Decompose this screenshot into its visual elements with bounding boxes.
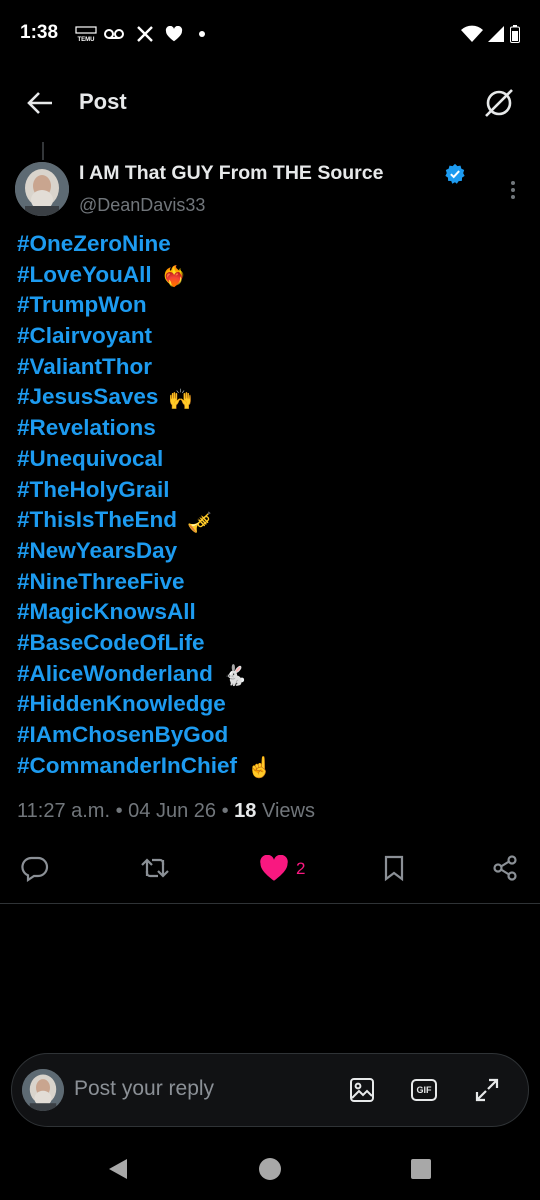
hashtag-line: #NineThreeFive <box>17 567 517 598</box>
hashtag-link[interactable]: #HiddenKnowledge <box>17 689 226 720</box>
hashtag-line: #JesusSaves 🙌 <box>17 382 517 413</box>
hashtag-link[interactable]: #Revelations <box>17 413 156 444</box>
emoji: 🙌 <box>168 388 194 411</box>
views-count: 18 <box>234 800 257 822</box>
grok-icon[interactable] <box>480 84 518 122</box>
hashtag-link[interactable]: #NineThreeFive <box>17 567 185 598</box>
tweet-meta: 11:27 a.m. • 04 Jun 26 • 18 Views <box>17 800 315 823</box>
wifi-icon <box>460 24 484 44</box>
hashtag-link[interactable]: #IAmChosenByGod <box>17 720 228 751</box>
hashtag-link[interactable]: #ValiantThor <box>17 352 152 383</box>
hashtag-link[interactable]: #JesusSaves <box>17 382 158 413</box>
cellular-signal-icon <box>486 24 506 44</box>
more-options-icon[interactable] <box>503 178 523 202</box>
hashtag-line: #ThisIsTheEnd 🎺 <box>17 505 517 536</box>
hashtag-line: #TrumpWon <box>17 290 517 321</box>
heart-notification-icon <box>163 24 185 44</box>
like-count: 2 <box>296 859 306 878</box>
hashtag-link[interactable]: #OneZeroNine <box>17 229 171 260</box>
hashtag-line: #ValiantThor <box>17 352 517 383</box>
status-bar: 1:38 TEMU <box>0 0 540 68</box>
hashtag-line: #NewYearsDay <box>17 536 517 567</box>
temu-notification-icon: TEMU <box>73 24 99 44</box>
nav-back-icon[interactable] <box>106 1157 130 1186</box>
emoji: 🐇 <box>222 664 248 687</box>
tweet-time: 11:27 a.m. <box>17 800 111 822</box>
hashtag-link[interactable]: #TheHolyGrail <box>17 475 170 506</box>
emoji: ❤️‍🔥 <box>161 266 187 289</box>
emoji: 🎺 <box>187 511 212 534</box>
more-notifications-dot-icon <box>196 24 208 44</box>
verified-badge-icon <box>444 163 466 185</box>
hashtag-line: #HiddenKnowledge <box>17 689 517 720</box>
tweet-actions: 2 <box>0 846 540 890</box>
reply-input[interactable]: Post your reply <box>74 1077 214 1101</box>
hashtag-link[interactable]: #NewYearsDay <box>17 536 177 567</box>
svg-text:TEMU: TEMU <box>78 37 95 43</box>
author-name[interactable]: I AM That GUY From THE Source <box>79 162 383 185</box>
hashtag-link[interactable]: #AliceWonderland <box>17 659 213 690</box>
bookmark-icon[interactable] <box>378 852 410 884</box>
hashtag-line: #IAmChosenByGod <box>17 720 517 751</box>
hashtag-link[interactable]: #MagicKnowsAll <box>17 597 196 628</box>
nav-home-icon[interactable] <box>258 1157 282 1186</box>
divider <box>0 903 540 904</box>
battery-icon <box>508 24 522 44</box>
hashtag-line: #MagicKnowsAll <box>17 597 517 628</box>
hashtag-link[interactable]: #LoveYouAll <box>17 260 152 291</box>
gif-icon[interactable]: GIF <box>408 1074 440 1106</box>
hashtag-line: #Unequivocal <box>17 444 517 475</box>
user-avatar <box>22 1069 64 1111</box>
hashtag-line: #LoveYouAll ❤️‍🔥 <box>17 260 517 291</box>
views-label: Views <box>261 800 315 822</box>
post-header: Post <box>0 78 540 128</box>
hashtag-link[interactable]: #CommanderInChief <box>17 751 237 782</box>
hashtag-link[interactable]: #Unequivocal <box>17 444 163 475</box>
author-handle[interactable]: @DeanDavis33 <box>79 195 205 216</box>
hashtag-line: #CommanderInChief ☝️ <box>17 751 517 782</box>
hashtag-line: #Clairvoyant <box>17 321 517 352</box>
meta-separator: • <box>115 800 123 822</box>
hashtag-link[interactable]: #BaseCodeOfLife <box>17 628 205 659</box>
hashtag-line: #OneZeroNine <box>17 229 517 260</box>
author-avatar[interactable] <box>15 162 69 216</box>
thread-connector-line <box>42 142 44 160</box>
voicemail-icon <box>103 24 125 44</box>
emoji: ☝️ <box>247 757 272 780</box>
page-title: Post <box>79 89 127 114</box>
hashtag-link[interactable]: #TrumpWon <box>17 290 147 321</box>
share-icon[interactable] <box>489 852 521 884</box>
gif-label: GIF <box>416 1085 432 1095</box>
hashtag-link[interactable]: #Clairvoyant <box>17 321 152 352</box>
tweet-date: 04 Jun 26 <box>128 800 217 822</box>
hashtag-line: #BaseCodeOfLife <box>17 628 517 659</box>
repost-icon[interactable] <box>139 852 171 884</box>
hashtag-link[interactable]: #ThisIsTheEnd <box>17 505 177 536</box>
x-app-icon <box>134 24 156 44</box>
like-heart-icon[interactable] <box>258 852 290 884</box>
back-arrow-icon[interactable] <box>26 90 58 116</box>
hashtag-line: #AliceWonderland 🐇 <box>17 659 517 690</box>
reply-icon[interactable] <box>19 852 51 884</box>
image-icon[interactable] <box>346 1074 378 1106</box>
system-nav-bar <box>0 1140 540 1200</box>
tweet-text: #OneZeroNine #LoveYouAll ❤️‍🔥 #TrumpWon #Cla… <box>17 229 517 781</box>
hashtag-line: #Revelations <box>17 413 517 444</box>
hashtag-line: #TheHolyGrail <box>17 475 517 506</box>
nav-recents-icon[interactable] <box>410 1158 432 1185</box>
meta-separator: • <box>221 800 229 822</box>
expand-icon[interactable] <box>471 1074 503 1106</box>
status-time: 1:38 <box>20 22 59 43</box>
